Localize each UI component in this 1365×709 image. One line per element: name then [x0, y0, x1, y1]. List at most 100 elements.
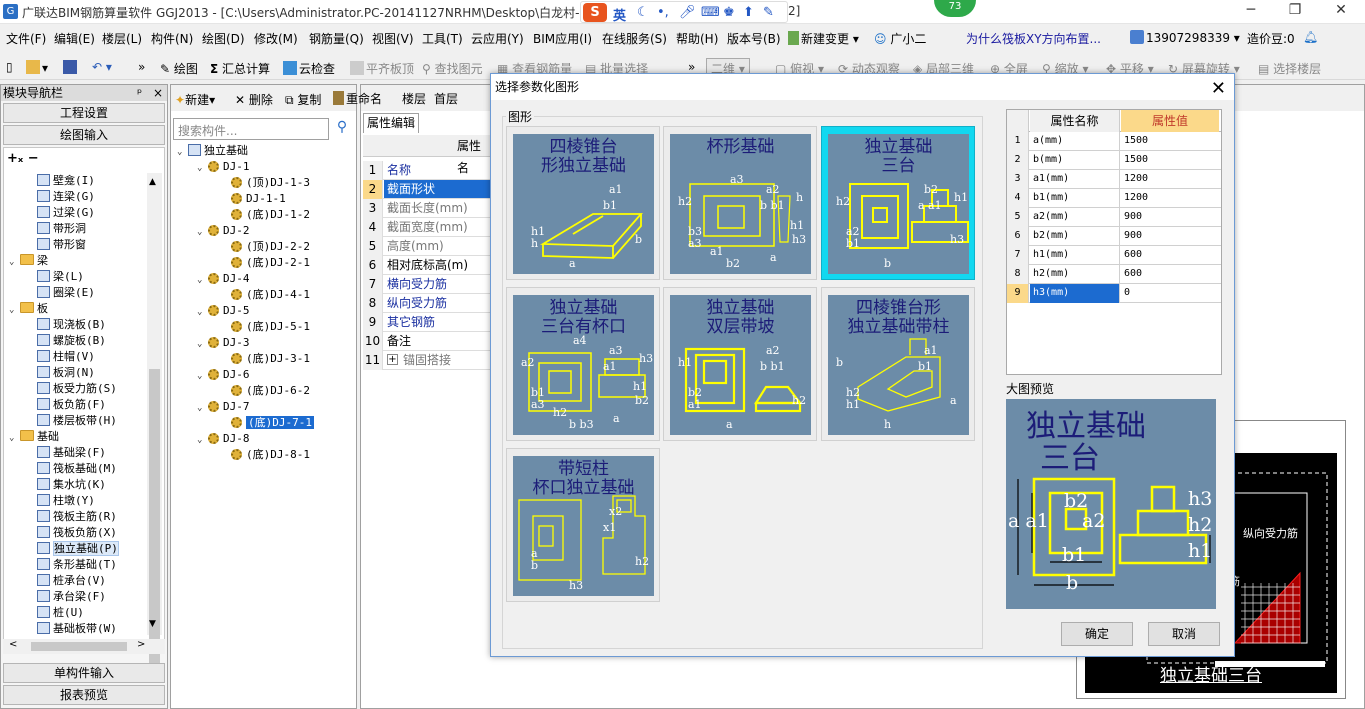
- select-floor-button[interactable]: ▤ 选择楼层: [1258, 60, 1321, 77]
- shape-thumbnail[interactable]: 独立基础 三台有杯口 a3 a1 b1 a3 b b3 b2 a2 h3 h2 h1 a4 a: [513, 295, 654, 435]
- menu-help[interactable]: 帮助(H): [676, 30, 718, 47]
- pin-icon[interactable]: ᵖ: [137, 85, 142, 101]
- shape-option[interactable]: 四棱锥台 形独立基础 a1 b1 h1 h a b: [506, 126, 660, 280]
- component-group[interactable]: ⌄ DJ-3: [197, 335, 250, 351]
- shape-option[interactable]: 独立基础 三台 b2 a a1 a2 b1 b h3 h2 h1: [821, 126, 975, 280]
- collapse-toggle-icon[interactable]: ⌄: [197, 304, 208, 320]
- ime-toolbar[interactable]: S 英 ☾ •, 🎤︎ ⌨ ♚ ⬆ ✎: [580, 1, 788, 24]
- nav-folder[interactable]: ⌄ 基础: [9, 429, 59, 445]
- attribute-value-input[interactable]: 600: [1121, 265, 1219, 284]
- component-category[interactable]: ⌄ 独立基础: [177, 143, 248, 159]
- new-component-button[interactable]: ✦新建▾: [175, 91, 215, 108]
- shape-thumbnail[interactable]: 四棱锥台 形独立基础 a1 b1 h1 h a b: [513, 134, 654, 274]
- component-group[interactable]: ⌄ DJ-1: [197, 159, 250, 175]
- property-row[interactable]: 4 截面宽度(mm): [363, 218, 491, 237]
- nav-item[interactable]: 梁(L): [37, 269, 84, 285]
- attribute-row[interactable]: 4 b1(mm) 1200: [1007, 189, 1221, 208]
- nav-item[interactable]: 连梁(G): [37, 189, 95, 205]
- nav-item[interactable]: 条形基础(T): [37, 557, 117, 573]
- project-settings-button[interactable]: 工程设置: [3, 103, 165, 123]
- flush-slab-button[interactable]: 平齐板顶: [350, 60, 414, 77]
- keyboard-icon[interactable]: ⌨: [701, 5, 720, 20]
- close-button[interactable]: ✕: [1326, 2, 1356, 18]
- shape-thumbnail[interactable]: 独立基础 双层带坡 a2 b b1 b2 a1 a h2 h1: [670, 295, 811, 435]
- component-group[interactable]: ⌄ DJ-6: [197, 367, 250, 383]
- nav-item[interactable]: 螺旋板(B): [37, 333, 106, 349]
- menu-cloud[interactable]: 云应用(Y): [471, 30, 524, 47]
- menu-view[interactable]: 视图(V): [372, 30, 414, 47]
- dialog-close-icon[interactable]: ✕: [1211, 76, 1226, 102]
- mic-icon[interactable]: 🎤︎: [679, 5, 696, 20]
- attribute-row[interactable]: 8 h2(mm) 600: [1007, 265, 1221, 284]
- nav-item[interactable]: 柱墩(Y): [37, 493, 95, 509]
- nav-item[interactable]: 集水坑(K): [37, 477, 106, 493]
- menu-component[interactable]: 构件(N): [151, 30, 193, 47]
- property-row[interactable]: 2 截面形状: [363, 180, 491, 199]
- attribute-value-input[interactable]: 0: [1121, 284, 1219, 303]
- attribute-value-input[interactable]: 1200: [1121, 189, 1219, 208]
- attribute-value-input[interactable]: 1500: [1121, 151, 1219, 170]
- shape-option[interactable]: 四棱锥台形 独立基础带柱 a1 b1 h2 h1 h a b: [821, 287, 975, 441]
- save-icon[interactable]: [63, 60, 79, 75]
- nav-item[interactable]: 板负筋(F): [37, 397, 106, 413]
- single-component-input-button[interactable]: 单构件输入: [3, 663, 165, 683]
- collapse-toggle-icon[interactable]: ⌄: [9, 430, 20, 446]
- delete-component-button[interactable]: ✕ 删除: [235, 91, 273, 108]
- shape-option[interactable]: 带短柱 杯口独立基础 x2 x1 a b h3 h2: [506, 448, 660, 602]
- collapse-toggle-icon[interactable]: ⌄: [9, 254, 20, 270]
- attribute-value-input[interactable]: 1500: [1121, 132, 1219, 151]
- menu-online[interactable]: 在线服务(S): [602, 30, 667, 47]
- component-item[interactable]: (底)DJ-2-1: [231, 255, 310, 271]
- property-row[interactable]: 5 高度(mm): [363, 237, 491, 256]
- component-item[interactable]: (底)DJ-6-2: [231, 383, 310, 399]
- collapse-toggle-icon[interactable]: ⌄: [197, 224, 208, 240]
- find-element-button[interactable]: ⚲ 查找图元: [422, 60, 483, 77]
- property-row[interactable]: 6 相对底标高(m): [363, 256, 491, 275]
- collapse-toggle-icon[interactable]: ⌄: [9, 302, 20, 318]
- helper-menu[interactable]: ☺ 广小二: [874, 30, 926, 47]
- nav-item[interactable]: 桩承台(V): [37, 573, 106, 589]
- menu-tools[interactable]: 工具(T): [422, 30, 463, 47]
- menu-file[interactable]: 文件(F): [6, 30, 46, 47]
- nav-folder[interactable]: ⌄ 梁: [9, 253, 48, 269]
- menu-floor[interactable]: 楼层(L): [102, 30, 142, 47]
- punct-icon[interactable]: •,: [657, 5, 669, 20]
- nav-item[interactable]: 壁龛(I): [37, 173, 95, 189]
- component-item[interactable]: (底)DJ-4-1: [231, 287, 310, 303]
- component-item[interactable]: (底)DJ-7-1: [231, 415, 314, 431]
- property-edit-tab[interactable]: 属性编辑: [363, 113, 419, 133]
- notification-badge[interactable]: 73: [934, 0, 976, 17]
- nav-item[interactable]: 筏板主筋(R): [37, 509, 117, 525]
- search-icon[interactable]: ⚲: [332, 119, 352, 139]
- cloud-check-button[interactable]: 云检查: [283, 60, 335, 77]
- component-item[interactable]: (底)DJ-1-2: [231, 207, 310, 223]
- scroll-right-icon[interactable]: >: [137, 639, 145, 650]
- property-row[interactable]: 1 名称: [363, 161, 491, 180]
- summary-calc-button[interactable]: Σ 汇总计算: [210, 60, 270, 77]
- component-item[interactable]: (顶)DJ-1-3: [231, 175, 310, 191]
- component-search-input[interactable]: 搜索构件...: [173, 118, 329, 140]
- attribute-value-input[interactable]: 600: [1121, 246, 1219, 265]
- new-change-menu[interactable]: 新建变更 ▾: [788, 30, 859, 47]
- collapse-toggle-icon[interactable]: ⌄: [197, 432, 208, 448]
- copy-component-button[interactable]: ⧉ 复制: [285, 91, 321, 108]
- component-group[interactable]: ⌄ DJ-4: [197, 271, 250, 287]
- component-group[interactable]: ⌄ DJ-2: [197, 223, 250, 239]
- collapse-toggle-icon[interactable]: ⌄: [197, 368, 208, 384]
- component-item[interactable]: (底)DJ-8-1: [231, 447, 310, 463]
- property-row[interactable]: 8 纵向受力筋: [363, 294, 491, 313]
- open-folder-icon[interactable]: ▾: [26, 60, 48, 75]
- property-row[interactable]: +11 锚固搭接: [363, 351, 491, 370]
- floor-select[interactable]: 首层: [434, 90, 458, 107]
- attribute-row[interactable]: 5 a2(mm) 900: [1007, 208, 1221, 227]
- nav-item[interactable]: 独立基础(P): [37, 541, 119, 557]
- menu-modify[interactable]: 修改(M): [254, 30, 298, 47]
- shape-thumbnail[interactable]: 独立基础 三台 b2 a a1 a2 b1 b h3 h2 h1: [828, 134, 969, 274]
- component-item[interactable]: DJ-1-1: [231, 191, 286, 207]
- bell-icon[interactable]: 🔔︎: [1303, 30, 1318, 44]
- component-group[interactable]: ⌄ DJ-5: [197, 303, 250, 319]
- component-group[interactable]: ⌄ DJ-8: [197, 431, 250, 447]
- ime-lang-toggle[interactable]: 英: [613, 5, 626, 24]
- attribute-row[interactable]: 1 a(mm) 1500: [1007, 132, 1221, 151]
- minimize-button[interactable]: ─: [1236, 2, 1266, 18]
